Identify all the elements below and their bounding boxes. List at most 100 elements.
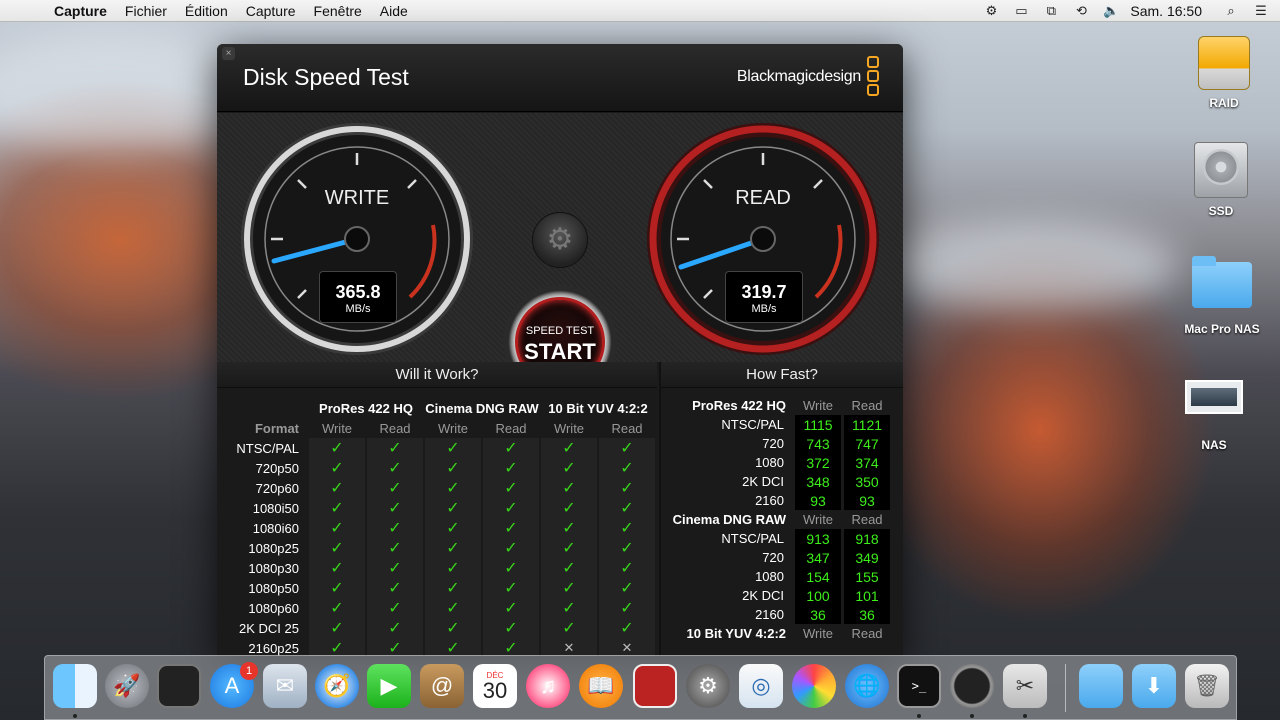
preview-icon[interactable]: ◎ [739,664,783,708]
brand-name: Blackmagicdesign [736,68,861,85]
settings-gear-button[interactable]: ⚙ [532,212,588,268]
screenshot-tool-icon[interactable]: ⚙ [980,3,1002,19]
grab-icon[interactable]: ✂ [1003,664,1047,708]
checkmark-icon: ✓ [309,578,365,598]
desktop-icon-label: Mac Pro NAS [1184,322,1260,336]
menu-app-name[interactable]: Capture [54,3,107,19]
checkmark-icon: ✓ [483,538,539,558]
checkmark-icon: ✓ [483,498,539,518]
read-header: Read [851,398,883,413]
menu-capture[interactable]: Capture [246,3,296,19]
itunes-icon[interactable]: ♫ [526,664,570,708]
write-speed-value: 913 [795,529,841,548]
how-fast-panel: How Fast? ProRes 422 HQ Write Read NTSC/PAL… [659,362,903,656]
format-label: 720 [762,436,784,451]
airplay-icon[interactable]: ⧉ [1040,3,1062,19]
write-speed-value: 743 [795,434,841,453]
volume-icon[interactable]: 🔈 [1100,3,1122,19]
checkmark-icon: ✓ [541,558,597,578]
desktop-icon-nas[interactable]: NAS [1169,380,1259,452]
format-label: 720p50 [255,460,299,476]
calendar-day: 30 [482,677,508,703]
checkmark-icon: ✓ [367,598,423,618]
window-title: Disk Speed Test [243,64,409,90]
checkmark-icon: ✓ [541,518,597,538]
downloads-folder-icon[interactable]: ⬇ [1132,664,1176,708]
write-speed-value: 1115 [795,415,841,434]
mail-icon[interactable]: ✉ [263,664,307,708]
system-preferences-icon[interactable]: ⚙ [686,664,730,708]
write-value: 365.8 [335,282,381,302]
network-icon[interactable]: 🌐 [845,664,889,708]
calendar-icon[interactable]: DÉC 30 [473,664,517,708]
checkmark-icon: ✓ [599,458,655,478]
safari-icon[interactable]: 🧭 [315,664,359,708]
table-row: 1080p30 ✓ ✓ ✓ ✓ ✓ ✓ [225,558,655,578]
write-speed-value: 347 [795,548,841,567]
format-header: Format [254,420,299,436]
facetime-icon[interactable]: ▶ [367,664,411,708]
menu-aide[interactable]: Aide [380,3,408,19]
checkmark-icon: ✓ [425,618,481,638]
desktop-icon-label: NAS [1201,438,1227,452]
format-label: 2K DCI [742,588,784,603]
checkmark-icon: ✓ [541,578,597,598]
wallpaper-cloud [880,220,1180,310]
checkmark-icon: ✓ [483,558,539,578]
format-label: 1080p25 [248,540,299,556]
read-header: Read [851,512,883,527]
will-it-work-table: ProRes 422 HQ Cinema DNG RAW 10 Bit YUV … [223,398,657,656]
checkmark-icon: ✓ [425,438,481,458]
notification-badge: 1 [240,662,258,680]
table-row: 2160 93 93 [664,491,890,510]
checkmark-icon: ✓ [541,478,597,498]
table-row: 1080 372 374 [664,453,890,472]
launchpad-icon[interactable]: 🚀 [105,664,149,708]
disk-speed-test-icon[interactable] [950,664,994,708]
menu-fenetre[interactable]: Fenêtre [314,3,362,19]
ibooks-icon[interactable]: 📖 [579,664,623,708]
checkmark-icon: ✓ [309,538,365,558]
trash-icon[interactable]: 🗑 [1185,664,1229,708]
read-readout: 319.7 MB/s [725,271,803,323]
hard-disk-icon [1194,142,1248,198]
checkmark-icon: ✓ [425,538,481,558]
checkmark-icon: ✓ [541,498,597,518]
group-header: 10 Bit YUV 4:2:2 [548,400,648,416]
desktop-icon-mac-pro-nas[interactable]: Mac Pro NAS [1177,256,1267,336]
write-header: Write [802,398,834,413]
checkmark-icon: ✓ [367,618,423,638]
search-icon[interactable]: ⌕ [1220,3,1242,19]
checkmark-icon: ✓ [599,558,655,578]
read-speed-value: 747 [844,434,890,453]
section-title: 10 Bit YUV 4:2:2 [686,626,786,641]
format-label: 1080p60 [248,600,299,616]
table-row: 2K DCI 100 101 [664,586,890,605]
format-label: 720 [762,550,784,565]
contacts-icon[interactable]: @ [420,664,464,708]
checkmark-icon: ✓ [309,478,365,498]
menu-fichier[interactable]: Fichier [125,3,167,19]
desktop-icon-raid[interactable]: RAID [1179,36,1269,110]
checkmark-icon: ✓ [541,618,597,638]
photo-booth-icon[interactable] [157,664,201,708]
desktop-icon-ssd[interactable]: SSD [1176,142,1266,218]
photo-booth-strip-icon[interactable] [633,664,677,708]
finder-icon[interactable] [53,664,97,708]
menu-clock[interactable]: Sam. 16:50 [1130,3,1202,19]
applications-folder-icon[interactable] [1079,664,1123,708]
photos-icon[interactable] [792,664,836,708]
read-label: READ [735,187,791,209]
drive-icon [1198,36,1250,90]
terminal-icon[interactable]: >_ [897,664,941,708]
display-icon[interactable]: ▭ [1010,3,1032,19]
write-speed-value: 36 [795,605,841,624]
close-button[interactable]: × [222,47,235,60]
list-icon[interactable]: ☰ [1250,3,1272,19]
menu-edition[interactable]: Édition [185,3,228,19]
format-label: NTSC/PAL [721,531,784,546]
checkmark-icon: ✓ [425,598,481,618]
format-label: NTSC/PAL [236,440,299,456]
format-label: 1080 [755,569,784,584]
time-machine-icon[interactable]: ⟲ [1070,3,1092,19]
